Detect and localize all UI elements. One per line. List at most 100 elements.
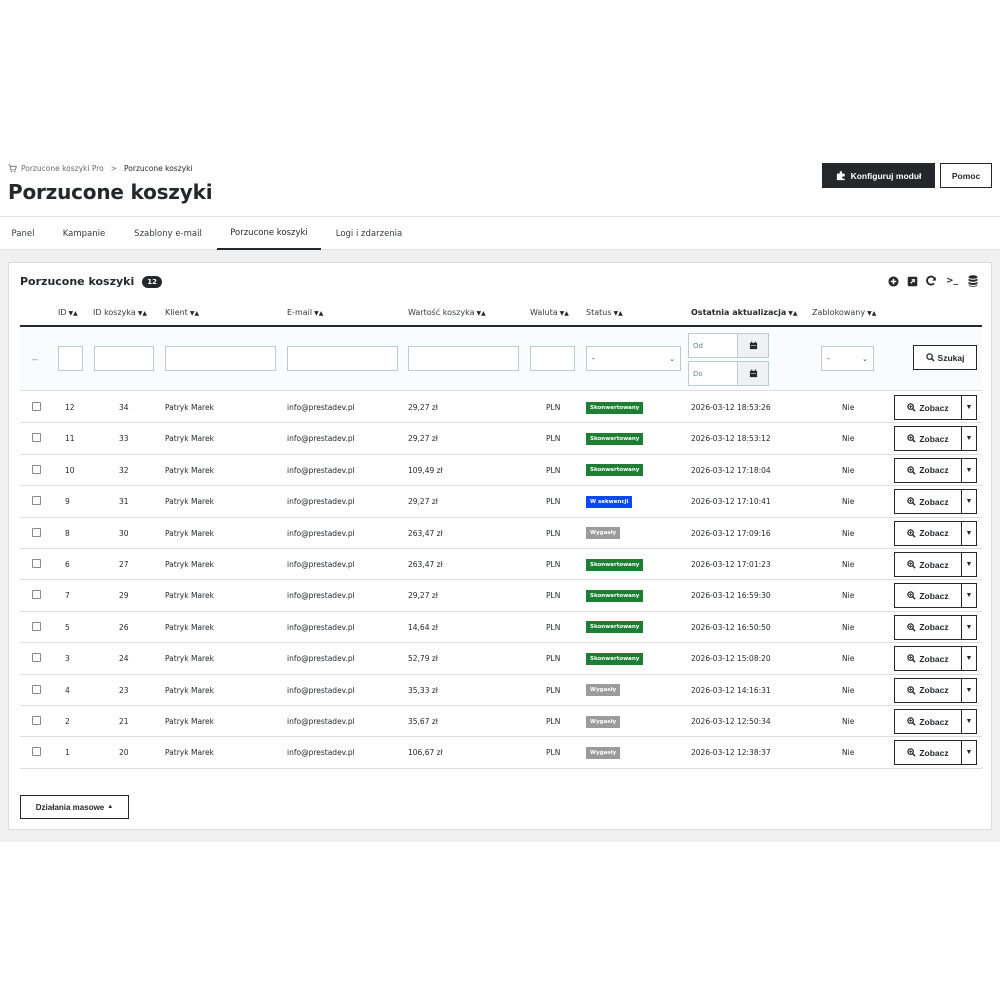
filter-date-to-input[interactable]: Do <box>688 361 738 386</box>
row-actions-dropdown[interactable]: ▼ <box>961 709 977 734</box>
row-checkbox[interactable] <box>32 684 41 694</box>
view-button[interactable]: Zobacz <box>894 395 962 420</box>
tab-campaigns[interactable]: Kampanie <box>50 217 118 250</box>
filter-cart-value-input[interactable] <box>408 346 519 371</box>
bulk-actions-label: Działania masowe <box>35 802 105 812</box>
filter-email-input[interactable] <box>287 346 398 371</box>
help-button[interactable]: Pomoc <box>940 163 992 188</box>
cell-cart-id: 23 <box>119 685 129 695</box>
row-actions-dropdown[interactable]: ▼ <box>961 677 977 703</box>
cell-last-update: 2026-03-12 15:08:20 <box>691 654 771 664</box>
sort-icon[interactable]: ▼▲ <box>476 310 485 317</box>
header-cart-id[interactable]: ID koszyka ▼▲ <box>93 308 147 317</box>
caret-down-icon: ▼ <box>965 749 973 757</box>
zoom-in-icon <box>907 403 916 412</box>
view-button[interactable]: Zobacz <box>894 489 962 515</box>
header-email[interactable]: E-mail ▼▲ <box>287 308 323 317</box>
panel-title: Porzucone koszyki 12 <box>20 275 163 288</box>
sort-icon[interactable]: ▼▲ <box>560 310 569 317</box>
view-button[interactable]: Zobacz <box>894 709 962 734</box>
header-blocked[interactable]: Zablokowany ▼▲ <box>812 308 876 317</box>
table-header-row: ID ▼▲ ID koszyka ▼▲ Klient ▼▲ E-mail ▼▲ Wart… <box>20 301 982 327</box>
sort-icon[interactable]: ▼▲ <box>69 310 78 317</box>
row-checkbox[interactable] <box>32 621 41 631</box>
filter-blocked-select[interactable]: - ⌄ <box>821 346 874 371</box>
row-actions-dropdown[interactable]: ▼ <box>961 740 977 766</box>
header-customer[interactable]: Klient ▼▲ <box>165 308 199 317</box>
cell-cart-value: 29,27 zł <box>408 591 438 601</box>
sort-icon[interactable]: ▼▲ <box>614 310 623 317</box>
row-checkbox[interactable] <box>32 559 41 568</box>
view-button[interactable]: Zobacz <box>894 646 962 672</box>
view-button[interactable]: Zobacz <box>894 614 962 640</box>
filter-currency-input[interactable] <box>530 346 575 371</box>
calendar-icon[interactable] <box>737 361 769 386</box>
export-icon[interactable] <box>906 275 918 287</box>
refresh-icon[interactable] <box>925 275 937 287</box>
filter-cart-id-input[interactable] <box>94 346 154 371</box>
row-actions-dropdown[interactable]: ▼ <box>961 552 977 577</box>
table-row: 4 23 Patryk Marek info@prestadev.pl 35,33 zł… <box>20 675 982 706</box>
app-root: Porzucone koszyki Pro > Porzucone koszyk… <box>0 0 1000 1000</box>
row-checkbox[interactable] <box>32 496 41 506</box>
cell-currency: PLN <box>546 434 561 444</box>
cell-cart-value: 109,49 zł <box>408 465 443 475</box>
view-button[interactable]: Zobacz <box>894 552 962 577</box>
row-checkbox[interactable] <box>32 653 41 663</box>
header-cart-value[interactable]: Wartość koszyka ▼▲ <box>408 308 486 317</box>
tab-logs-events[interactable]: Logi i zdarzenia <box>327 217 411 250</box>
filter-date-from-input[interactable]: Od <box>688 333 738 358</box>
cell-status: Skonwertowany <box>586 392 644 423</box>
view-button[interactable]: Zobacz <box>894 677 962 703</box>
add-icon[interactable] <box>887 275 899 287</box>
header-status[interactable]: Status ▼▲ <box>586 308 623 317</box>
table-row: 9 31 Patryk Marek info@prestadev.pl 29,27 zł… <box>20 486 982 518</box>
header-last-update[interactable]: Ostatnia aktualizacja ▼▲ <box>691 308 798 317</box>
tab-abandoned-carts[interactable]: Porzucone koszyki <box>217 217 321 250</box>
database-icon[interactable] <box>967 275 979 287</box>
bulk-actions-button[interactable]: Działania masowe ▲ <box>20 795 129 819</box>
sort-icon[interactable]: ▼▲ <box>138 310 147 317</box>
row-checkbox[interactable] <box>32 464 41 474</box>
cell-id: 10 <box>65 465 75 475</box>
row-actions-dropdown[interactable]: ▼ <box>961 520 977 546</box>
view-button[interactable]: Zobacz <box>894 426 962 452</box>
filter-status-select[interactable]: - ⌄ <box>586 346 681 371</box>
search-button[interactable]: Szukaj <box>913 345 977 370</box>
row-actions-dropdown[interactable]: ▼ <box>961 614 977 640</box>
sort-icon[interactable]: ▼▲ <box>788 310 797 317</box>
view-button[interactable]: Zobacz <box>894 740 962 766</box>
filter-id-input[interactable] <box>58 346 83 371</box>
row-checkbox[interactable] <box>32 747 41 757</box>
row-checkbox[interactable] <box>32 527 41 537</box>
filter-customer-input[interactable] <box>165 346 276 371</box>
cell-blocked: Nie <box>842 717 855 726</box>
tab-panel[interactable]: Panel <box>0 217 46 250</box>
sql-terminal-icon[interactable]: >_ <box>944 275 960 287</box>
row-checkbox[interactable] <box>32 433 41 443</box>
header-id[interactable]: ID ▼▲ <box>58 308 78 317</box>
view-button-label: Zobacz <box>919 716 949 727</box>
row-checkbox[interactable] <box>32 716 41 725</box>
row-checkbox[interactable] <box>32 402 41 411</box>
breadcrumb-parent-link[interactable]: Porzucone koszyki Pro <box>21 164 104 173</box>
configure-module-button[interactable]: Konfiguruj moduł <box>822 163 935 188</box>
row-actions-dropdown[interactable]: ▼ <box>961 426 977 452</box>
calendar-icon[interactable] <box>737 333 769 358</box>
row-actions-dropdown[interactable]: ▼ <box>961 395 977 420</box>
tab-email-templates[interactable]: Szablony e-mail <box>124 217 212 250</box>
row-actions-dropdown[interactable]: ▼ <box>961 457 977 483</box>
header-currency[interactable]: Waluta ▼▲ <box>530 308 569 317</box>
sort-icon[interactable]: ▼▲ <box>190 310 199 317</box>
row-actions-dropdown[interactable]: ▼ <box>961 583 977 609</box>
row-actions-dropdown[interactable]: ▼ <box>961 489 977 515</box>
sort-icon[interactable]: ▼▲ <box>314 310 323 317</box>
view-button[interactable]: Zobacz <box>894 457 962 483</box>
view-button[interactable]: Zobacz <box>894 520 962 546</box>
row-checkbox[interactable] <box>32 590 41 600</box>
page-title: Porzucone koszyki <box>8 180 213 204</box>
row-actions-dropdown[interactable]: ▼ <box>961 646 977 672</box>
sort-icon[interactable]: ▼▲ <box>867 310 876 317</box>
caret-down-icon: ▼ <box>965 466 973 474</box>
view-button[interactable]: Zobacz <box>894 583 962 609</box>
